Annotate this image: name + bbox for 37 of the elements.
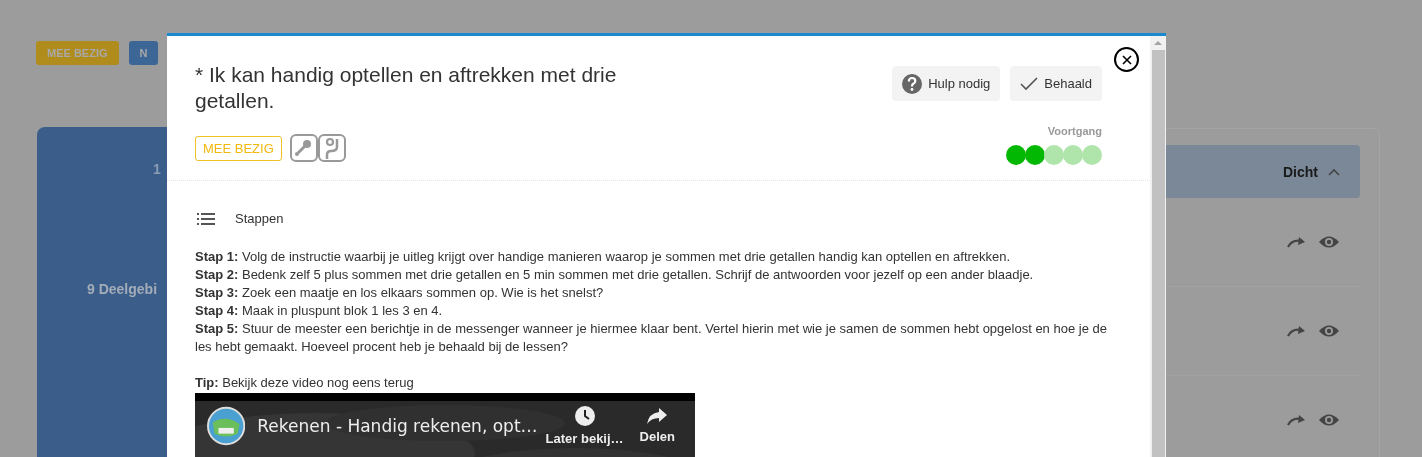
channel-logo-icon — [207, 405, 246, 446]
help-button[interactable]: Hulp nodig — [892, 66, 1001, 101]
step-text: Stap 3: Zoek een maatje en los elkaars sommen op. Wie is het snelst? — [195, 284, 605, 302]
step-text: Stap 2: Bedenk zelf 5 plus sommen met drie getallen en 5 min sommen met drie getallen. Schrijf de antwoorden voor jezelf op een ander blaadje. — [195, 266, 1035, 284]
redo-arrow-icon[interactable] — [1286, 414, 1306, 426]
done-button[interactable]: Behaald — [1010, 66, 1102, 101]
hook-icon — [317, 134, 346, 162]
collapse-label: Dicht — [1283, 163, 1318, 180]
card-text: 9 Deelgebi — [87, 281, 158, 297]
progress-label: Voortgang — [1047, 125, 1102, 137]
check-icon — [1020, 76, 1039, 91]
scrollbar[interactable] — [1150, 36, 1166, 457]
watch-later-button[interactable]: Later bekij… — [537, 405, 632, 446]
share-arrow-icon — [646, 407, 669, 425]
step-text: Stap 4: Maak in pluspunt blok 1 les 3 en 4. — [195, 302, 444, 320]
status-badge: MEE BEZIG — [195, 135, 282, 161]
tip-text: Tip: Bekijk deze video nog eens terug — [195, 374, 415, 392]
status-badge: MEE BEZIG — [36, 41, 119, 65]
step-text: Stap 1: Volg de instructie waarbij je uitleg krijgt over handige manieren waarop je sommen met drie getallen handig kan optellen en aftrekken. — [195, 248, 1012, 266]
section-title: Stappen — [235, 211, 284, 226]
close-button[interactable] — [1114, 47, 1139, 72]
eye-icon[interactable] — [1318, 235, 1340, 249]
redo-arrow-icon[interactable] — [1286, 325, 1306, 337]
status-badge: N — [128, 41, 159, 65]
clock-icon — [573, 405, 596, 427]
step-text: Stap 5: Stuur de meester een berichtje in de messenger wanneer je hiermee klaar bent. Vertel hierin met wie je samen de sommen hebt opgelost en hoe je de les hebt gemaakt. Hoeveel procent heb je behaald bij de lessen? — [195, 320, 1108, 356]
list-icon — [197, 212, 215, 225]
redo-arrow-icon[interactable] — [1286, 236, 1306, 248]
help-icon — [902, 73, 923, 94]
eye-icon[interactable] — [1318, 324, 1340, 338]
eye-icon[interactable] — [1318, 413, 1340, 427]
key-icon — [289, 134, 318, 162]
card-number: 1 — [153, 161, 161, 177]
close-icon — [1121, 54, 1132, 65]
modal-title: * Ik kan handig optellen en aftrekken met drie getallen. — [195, 62, 618, 114]
video-title[interactable]: Rekenen - Handig rekenen, opt… — [257, 415, 538, 436]
share-button[interactable]: Delen — [631, 407, 683, 444]
